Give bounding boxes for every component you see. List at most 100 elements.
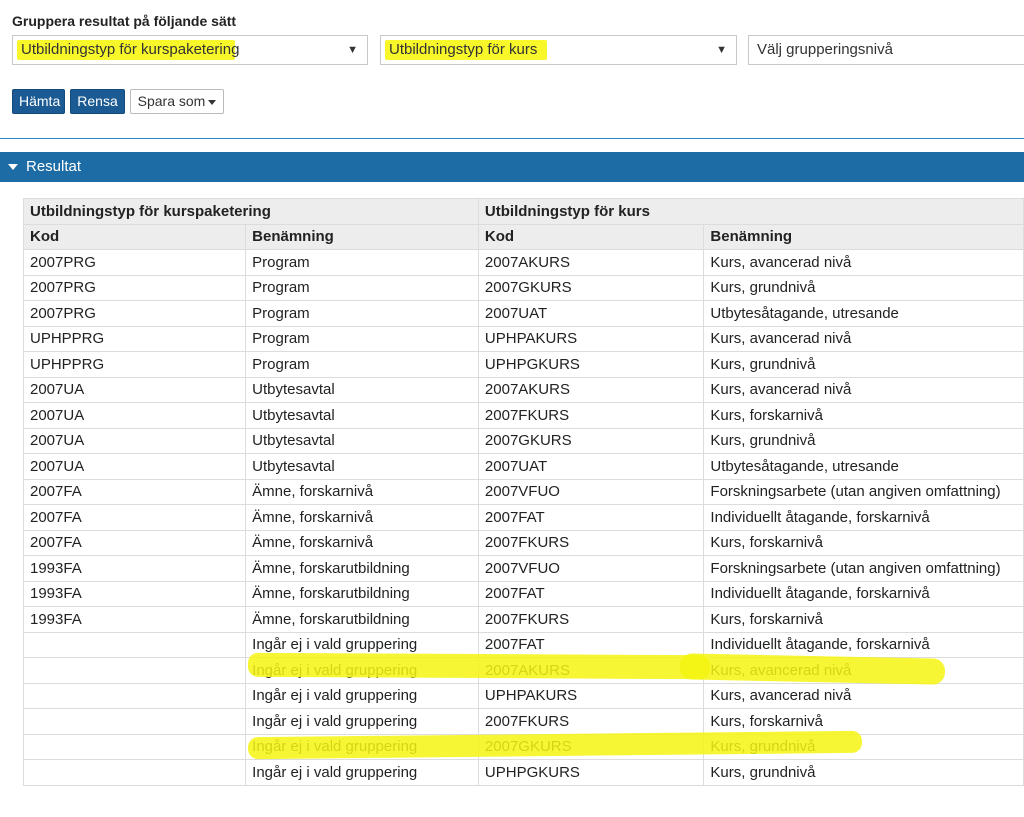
table-cell: Forskningsarbete (utan angiven omfattnin… [703, 478, 1024, 505]
table-cell: Ingår ej i vald gruppering [245, 657, 479, 684]
table-cell: Utbytesavtal [245, 376, 479, 403]
table-cell: Program [245, 351, 479, 378]
table-cell: 2007PRG [22, 300, 247, 327]
table-cell: Utbytesåtagande, utresande [703, 300, 1024, 327]
table-cell: Ämne, forskarutbildning [245, 580, 479, 607]
table-row: UPHPPRG Program UPHPAKURS Kurs, avancerad n… [22, 325, 1024, 352]
table-cell: 2007AKURS [477, 249, 705, 276]
table-cell: Utbytesåtagande, utresande [703, 453, 1024, 480]
table-cell: Ämne, forskarnivå [245, 478, 479, 505]
table-row: 1993FA Ämne, forskarutbildning 2007FAT Indi… [22, 580, 1024, 607]
table-row: 2007FA Ämne, forskarnivå 2007FKURS Kurs, fo… [22, 529, 1024, 556]
table-cell [22, 708, 247, 735]
fetch-button[interactable]: Hämta [12, 89, 65, 114]
caret-down-icon [208, 99, 217, 105]
table-cell: 2007UAT [477, 300, 705, 327]
table-cell: 2007UA [22, 453, 247, 480]
column-header-row: Kod Benämning Kod Benämning [22, 223, 1024, 250]
table-cell: Kurs, forskarnivå [703, 708, 1024, 735]
divider [0, 138, 1024, 139]
table-cell: UPHPPRG [22, 351, 247, 378]
table-cell: Utbytesavtal [245, 402, 479, 429]
table-row: Ingår ej i vald gruppering 2007GKURS Kurs,… [22, 733, 1024, 760]
table-row: Ingår ej i vald gruppering 2007AKURS Kurs,… [22, 657, 1024, 684]
table-row: Ingår ej i vald gruppering UPHPGKURS Kurs,… [22, 759, 1024, 786]
table-cell: Program [245, 300, 479, 327]
table-row: 2007FA Ämne, forskarnivå 2007FAT Individuel… [22, 504, 1024, 531]
table-row: 1993FA Ämne, forskarutbildning 2007VFUO For… [22, 555, 1024, 582]
table-cell: 1993FA [22, 606, 247, 633]
table-cell: 2007GKURS [477, 733, 705, 760]
table-cell: Kurs, avancerad nivå [703, 682, 1024, 709]
table-cell: 1993FA [22, 580, 247, 607]
table-cell: Ingår ej i vald gruppering [245, 733, 479, 760]
table-cell: 2007UA [22, 427, 247, 454]
table-cell: Ämne, forskarutbildning [245, 555, 479, 582]
table-cell: 2007UA [22, 402, 247, 429]
table-cell: 2007UA [22, 376, 247, 403]
table-row: 2007PRG Program 2007GKURS Kurs, grundnivå [22, 274, 1024, 301]
table-cell: 2007VFUO [477, 478, 705, 505]
table-cell: Program [245, 325, 479, 352]
table-cell: 2007FAT [477, 504, 705, 531]
table-cell: Kurs, grundnivå [703, 351, 1024, 378]
table-cell: 2007AKURS [477, 376, 705, 403]
table-cell: Individuellt åtagande, forskarnivå [703, 631, 1024, 658]
table-cell: 2007VFUO [477, 555, 705, 582]
group-header-row: Utbildningstyp för kurspaketering Utbild… [23, 198, 1024, 225]
table-cell: 2007AKURS [477, 657, 705, 684]
table-row: UPHPPRG Program UPHPGKURS Kurs, grundnivå [22, 351, 1024, 378]
table-cell: Ingår ej i vald gruppering [245, 759, 479, 786]
column-header: Benämning [245, 223, 479, 250]
save-as-button[interactable]: Spara som [130, 89, 224, 114]
table-cell: Kurs, forskarnivå [703, 529, 1024, 556]
table-cell [22, 631, 247, 658]
table-row: 2007UA Utbytesavtal 2007GKURS Kurs, grundni… [22, 427, 1024, 454]
table-cell: Program [245, 249, 479, 276]
grouping-select-1-value: Utbildningstyp för kurspaketering [21, 41, 240, 58]
table-cell: Forskningsarbete (utan angiven omfattnin… [703, 555, 1024, 582]
table-cell: Utbytesavtal [245, 453, 479, 480]
table-cell: Program [245, 274, 479, 301]
table-cell: 2007FKURS [477, 529, 705, 556]
result-table: Utbildningstyp för kurspaketering Utbild… [22, 198, 1024, 786]
group-header-course: Utbildningstyp för kurs [477, 198, 1024, 225]
table-cell: 2007FA [22, 478, 247, 505]
dropdown-arrow-icon: ▼ [347, 44, 358, 56]
collapse-triangle-icon [8, 164, 18, 171]
table-cell: Ingår ej i vald gruppering [245, 631, 479, 658]
table-cell: Utbytesavtal [245, 427, 479, 454]
result-panel-header[interactable]: Resultat [0, 152, 1024, 182]
table-cell: 2007FA [22, 504, 247, 531]
group-header-package: Utbildningstyp för kurspaketering [23, 198, 479, 225]
table-cell: 2007UAT [477, 453, 705, 480]
grouping-select-2-value: Utbildningstyp för kurs [389, 41, 538, 58]
table-cell: Individuellt åtagande, forskarnivå [703, 504, 1024, 531]
group-by-label: Gruppera resultat på följande sätt [12, 13, 237, 29]
table-row: 2007PRG Program 2007UAT Utbytesåtagande, ut… [22, 300, 1024, 327]
table-cell: Kurs, avancerad nivå [703, 376, 1024, 403]
table-row: 2007UA Utbytesavtal 2007FKURS Kurs, forskar… [22, 402, 1024, 429]
table-cell: 2007FKURS [477, 708, 705, 735]
table-cell: 2007PRG [22, 249, 247, 276]
result-title: Resultat [26, 158, 82, 175]
table-cell: UPHPAKURS [477, 325, 705, 352]
table-row: 2007UA Utbytesavtal 2007UAT Utbytesåtagande… [22, 453, 1024, 480]
table-cell: Individuellt åtagande, forskarnivå [703, 580, 1024, 607]
table-cell: Kurs, grundnivå [703, 427, 1024, 454]
clear-button[interactable]: Rensa [70, 89, 125, 114]
table-cell: Ämne, forskarnivå [245, 504, 479, 531]
table-cell: Ingår ej i vald gruppering [245, 708, 479, 735]
dropdown-arrow-icon: ▼ [716, 44, 727, 56]
table-cell [22, 733, 247, 760]
grouping-select-1[interactable]: Utbildningstyp för kurspaketering ▼ [12, 35, 368, 65]
table-row: 2007FA Ämne, forskarnivå 2007VFUO Forskning… [22, 478, 1024, 505]
table-cell [22, 682, 247, 709]
grouping-select-2[interactable]: Utbildningstyp för kurs ▼ [380, 35, 737, 65]
table-cell: Ämne, forskarnivå [245, 529, 479, 556]
table-cell: UPHPGKURS [477, 759, 705, 786]
table-cell: UPHPPRG [22, 325, 247, 352]
table-cell: 2007GKURS [477, 274, 705, 301]
grouping-select-3[interactable]: Välj grupperingsnivå [748, 35, 1024, 65]
table-cell: Ingår ej i vald gruppering [245, 682, 479, 709]
